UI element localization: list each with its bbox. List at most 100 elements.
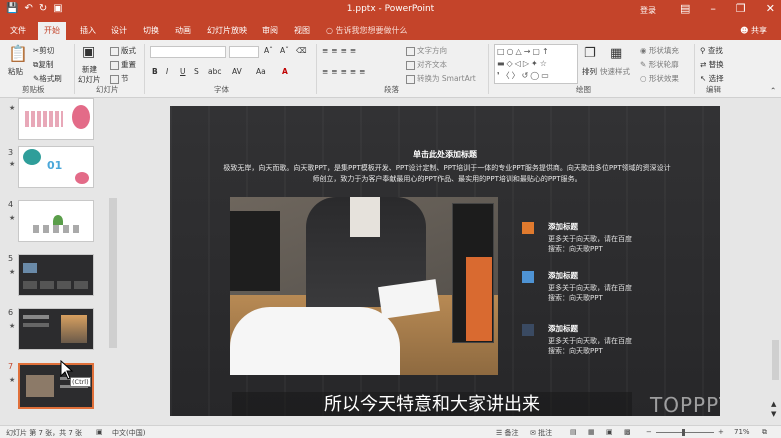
shape-outline-button[interactable]: ✎ 形状轮廓 <box>640 59 679 70</box>
quick-styles-label[interactable]: 快速样式 <box>600 66 630 77</box>
tab-view[interactable]: 视图 <box>294 25 310 36</box>
language-indicator[interactable]: 中文(中国) <box>112 428 145 438</box>
slide[interactable]: 单击此处添加标题 极致无岸，向天而歌。向天歌PPT，是集PPT模板开发、PPT设… <box>170 106 720 416</box>
shrink-font-icon[interactable]: Aˇ <box>280 46 289 55</box>
shapes-gallery[interactable]: □○△→▢↑ ▬◇◁▷✦☆ ❜〈〉↺◯▭ <box>494 44 578 84</box>
powerpoint-window: 💾 ↶ ↻ ▣ 1.pptx - PowerPoint 登录 ▤ – ❐ ✕ 文… <box>0 0 781 438</box>
login-link[interactable]: 登录 <box>640 5 656 16</box>
slide-thumbnail-7-selected[interactable]: (Ctrl) <box>18 363 94 409</box>
font-size-input[interactable] <box>229 46 259 58</box>
normal-view-icon[interactable]: ▤ <box>570 428 577 436</box>
zoom-slider-thumb[interactable] <box>682 429 685 436</box>
thumbnail-graphic <box>33 225 81 233</box>
zoom-slider[interactable] <box>656 432 714 433</box>
bold-button[interactable]: B <box>152 67 158 76</box>
quick-styles-icon[interactable]: ▦ <box>610 46 622 61</box>
shape-fill-button[interactable]: ◉ 形状填充 <box>640 45 679 56</box>
tab-transitions[interactable]: 切换 <box>143 25 159 36</box>
thumbnail-graphic <box>72 105 90 129</box>
layout-button[interactable]: 版式 <box>110 45 136 56</box>
align-text-button[interactable]: 对齐文本 <box>406 59 447 70</box>
grow-font-icon[interactable]: Aˆ <box>264 46 273 55</box>
smartart-button[interactable]: 转换为 SmartArt <box>406 73 476 84</box>
tell-me-box[interactable]: ○ 告诉我您想要做什么 <box>326 25 408 36</box>
slide-thumbnail-3[interactable]: 01 <box>18 146 94 188</box>
slide-thumbnail-5[interactable] <box>18 254 94 296</box>
reset-button[interactable]: 重置 <box>110 59 136 70</box>
font-color-button[interactable]: A <box>282 67 288 76</box>
slideshow-view-icon[interactable]: ▩ <box>624 428 631 436</box>
align-buttons[interactable]: ≡≡≡≡≡ <box>322 67 368 76</box>
minimize-icon[interactable]: – <box>710 2 716 15</box>
arrange-label[interactable]: 排列 <box>582 66 597 77</box>
thumbnail-graphic <box>23 323 49 327</box>
comments-button[interactable]: ✉ 批注 <box>530 428 552 438</box>
format-painter-label: 格式刷 <box>39 74 62 83</box>
fit-to-window-icon[interactable]: ⧉ <box>762 428 767 437</box>
clear-format-icon[interactable]: ⌫ <box>296 46 307 55</box>
tab-design[interactable]: 设计 <box>111 25 127 36</box>
copy-button[interactable]: ⧉复制 <box>33 59 53 70</box>
close-icon[interactable]: ✕ <box>766 2 775 15</box>
text-direction-label: 文字方向 <box>417 46 447 55</box>
text-direction-button[interactable]: 文字方向 <box>406 45 447 56</box>
paste-icon[interactable]: 📋 <box>8 44 28 63</box>
next-slide-icon[interactable]: ▼ <box>771 410 776 418</box>
scrollbar-thumb[interactable] <box>772 340 779 380</box>
zoom-out-icon[interactable]: − <box>646 428 652 436</box>
zoom-in-icon[interactable]: + <box>718 428 724 436</box>
tab-file[interactable]: 文件 <box>10 25 26 36</box>
slide-thumbnail-2[interactable] <box>18 98 94 140</box>
slide-thumbnail-4[interactable] <box>18 200 94 242</box>
align-text-icon <box>406 60 415 70</box>
animation-star-icon: ★ <box>9 104 16 112</box>
tab-animations[interactable]: 动画 <box>175 25 191 36</box>
format-painter-button[interactable]: ✎格式刷 <box>33 73 62 84</box>
slide-description[interactable]: 极致无岸，向天而歌。向天歌PPT，是集PPT模板开发、PPT设计定制、PPT培训… <box>222 163 672 185</box>
copy-label: 复制 <box>38 60 54 69</box>
shape-effects-button[interactable]: ○ 形状效果 <box>640 73 679 84</box>
ribbon-options-icon[interactable]: ▤ <box>680 2 690 15</box>
reading-view-icon[interactable]: ▣ <box>606 428 613 436</box>
select-button[interactable]: ↖ 选择 <box>700 73 724 84</box>
strikethrough-button[interactable]: S <box>194 67 199 76</box>
thumbnail-graphic <box>26 375 54 397</box>
underline-button[interactable]: U <box>180 67 186 76</box>
list-buttons[interactable]: ≡≡≡≡ <box>322 46 359 55</box>
slide-sorter-icon[interactable]: ▦ <box>588 428 595 436</box>
font-name-input[interactable] <box>150 46 226 58</box>
tab-review[interactable]: 审阅 <box>262 25 278 36</box>
tell-me-label: 告诉我您想要做什么 <box>335 26 408 35</box>
thumbnail-scrollbar[interactable] <box>108 98 118 425</box>
find-button[interactable]: ⚲ 查找 <box>700 45 723 56</box>
spell-check-icon[interactable]: ▣ <box>96 428 103 436</box>
slide-title-placeholder[interactable]: 单击此处添加标题 <box>170 149 720 160</box>
tab-insert[interactable]: 插入 <box>80 25 96 36</box>
new-slide-icon[interactable]: ▣ <box>82 44 95 60</box>
business-photo[interactable] <box>230 197 498 375</box>
italic-button[interactable]: I <box>166 67 168 76</box>
character-spacing-button[interactable]: AV <box>232 67 242 76</box>
paste-button[interactable]: 粘贴 <box>8 66 23 77</box>
cut-button[interactable]: ✂剪切 <box>33 45 54 56</box>
prev-slide-icon[interactable]: ▲ <box>771 400 776 408</box>
arrange-icon[interactable]: ❐ <box>584 46 596 61</box>
tab-home[interactable]: 开始 <box>38 22 66 40</box>
zoom-level[interactable]: 71% <box>734 428 750 436</box>
notes-button[interactable]: ☰ 备注 <box>496 428 519 438</box>
text-shadow-button[interactable]: abc <box>208 67 221 76</box>
canvas-scrollbar[interactable]: ▲ ▼ <box>770 98 781 425</box>
lightbulb-icon: ○ <box>326 26 336 35</box>
search-icon: ⚲ <box>700 46 708 55</box>
notes-icon: ☰ <box>496 429 505 437</box>
change-case-button[interactable]: Aa <box>256 67 266 76</box>
share-button[interactable]: ☻ 共享 <box>740 25 767 36</box>
tab-slideshow[interactable]: 幻灯片放映 <box>207 25 247 36</box>
restore-icon[interactable]: ❐ <box>736 2 746 15</box>
section-button[interactable]: 节 <box>110 73 129 84</box>
ribbon: 📋 粘贴 ✂剪切 ⧉复制 ✎格式刷 剪贴板 ▣ 新建 幻灯片 版式 重置 节 幻… <box>0 40 781 98</box>
collapse-ribbon-icon[interactable]: ⌃ <box>770 86 776 95</box>
slide-thumbnail-6[interactable] <box>18 308 94 350</box>
replace-button[interactable]: ⇄ 替换 <box>700 59 724 70</box>
scrollbar-thumb[interactable] <box>109 198 117 348</box>
